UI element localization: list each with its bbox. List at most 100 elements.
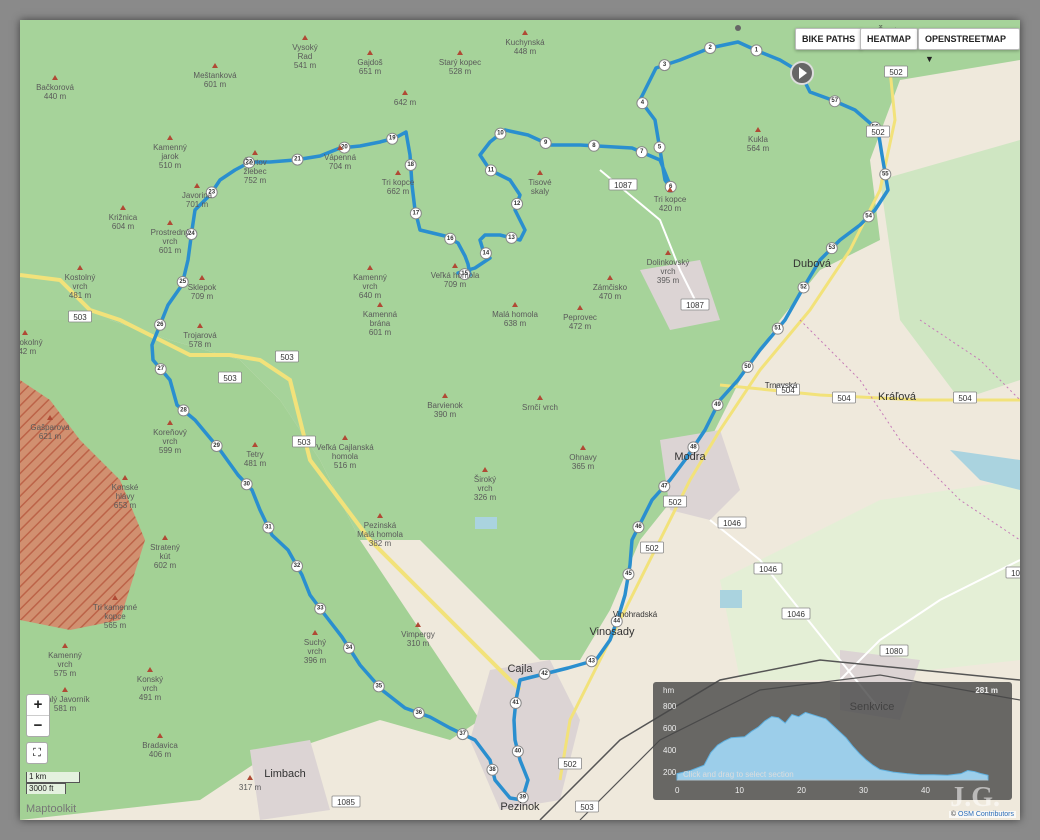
svg-text:Meštanková: Meštanková xyxy=(193,71,237,80)
svg-text:Dolinkovský: Dolinkovský xyxy=(647,258,690,267)
heatmap-button[interactable]: HEATMAP xyxy=(860,28,918,50)
zoom-control: + − xyxy=(26,694,50,737)
svg-text:Čertov: Čertov xyxy=(243,158,267,167)
zoom-out-button[interactable]: − xyxy=(27,716,49,736)
svg-text:390 m: 390 m xyxy=(434,410,457,419)
svg-text:504: 504 xyxy=(958,394,972,403)
svg-text:hlavy: hlavy xyxy=(116,492,135,501)
svg-text:502: 502 xyxy=(563,760,577,769)
svg-text:448 m: 448 m xyxy=(514,47,537,56)
openstreetmap-dropdown[interactable]: OPENSTREETMAP ▼ xyxy=(918,28,1020,64)
svg-text:1087: 1087 xyxy=(614,181,632,190)
svg-text:621 m: 621 m xyxy=(39,432,62,441)
svg-text:709 m: 709 m xyxy=(444,280,467,289)
svg-text:640 m: 640 m xyxy=(359,291,382,300)
km-marker: 53 xyxy=(825,242,838,255)
watermark: J.G. xyxy=(950,782,1000,813)
svg-text:kút: kút xyxy=(160,552,171,561)
svg-text:653 m: 653 m xyxy=(114,501,137,510)
km-marker: 47 xyxy=(658,480,671,493)
svg-text:vrch: vrch xyxy=(72,282,87,291)
x-tick: 40 xyxy=(921,786,930,795)
town-label: Cajla xyxy=(507,663,533,675)
svg-text:581 m: 581 m xyxy=(54,704,77,713)
svg-text:21: 21 xyxy=(294,157,301,163)
svg-text:57: 57 xyxy=(831,98,838,104)
svg-text:18: 18 xyxy=(407,162,414,168)
road-label: 502 xyxy=(558,757,582,770)
km-marker: 17 xyxy=(409,207,422,220)
svg-text:Vápenná: Vápenná xyxy=(324,153,357,162)
road-label: 503 xyxy=(575,800,599,813)
road-label: 1080 xyxy=(879,644,909,657)
svg-text:662 m: 662 m xyxy=(387,187,410,196)
svg-text:382 m: 382 m xyxy=(369,539,392,548)
attribution: © OSM Contributors xyxy=(948,811,1016,818)
km-marker: 9 xyxy=(539,137,552,150)
svg-text:Veľká Cajlanská: Veľká Cajlanská xyxy=(316,443,374,452)
svg-text:504: 504 xyxy=(837,394,851,403)
svg-text:502: 502 xyxy=(889,68,903,77)
svg-text:Tisové: Tisové xyxy=(528,178,552,187)
svg-text:51: 51 xyxy=(774,326,781,332)
town-label: Vinosady xyxy=(589,626,635,638)
svg-text:30: 30 xyxy=(243,481,250,487)
bike-paths-button[interactable]: BIKE PATHS xyxy=(795,28,863,50)
road-label: 504 xyxy=(832,391,856,404)
svg-text:396 m: 396 m xyxy=(304,656,327,665)
svg-text:503: 503 xyxy=(297,438,311,447)
svg-text:Potokolný: Potokolný xyxy=(20,338,43,347)
svg-text:41: 41 xyxy=(512,700,519,706)
svg-text:Kuchynská: Kuchynská xyxy=(505,38,545,47)
svg-text:vrch: vrch xyxy=(477,484,492,493)
svg-text:Sklepok: Sklepok xyxy=(188,283,217,292)
svg-text:Peprovec: Peprovec xyxy=(563,313,597,322)
zoom-in-button[interactable]: + xyxy=(27,695,49,716)
fullscreen-button[interactable]: ⛶ xyxy=(26,742,48,764)
svg-text:Konský: Konský xyxy=(137,675,163,684)
km-marker: 37 xyxy=(456,728,469,741)
km-marker: 33 xyxy=(314,602,327,615)
svg-text:Bačkorová: Bačkorová xyxy=(36,83,74,92)
km-marker: 36 xyxy=(412,706,425,719)
play-button[interactable] xyxy=(790,61,814,85)
km-marker: 51 xyxy=(771,322,784,335)
svg-text:40: 40 xyxy=(514,748,521,754)
km-marker: 42 xyxy=(538,667,551,680)
svg-text:vrch: vrch xyxy=(142,684,157,693)
scale-imperial: 3000 ft xyxy=(26,783,66,794)
svg-text:1046: 1046 xyxy=(787,610,805,619)
svg-text:472 m: 472 m xyxy=(569,322,592,331)
elevation-hint: Click and drag to select section xyxy=(683,770,794,779)
km-marker: 4 xyxy=(636,97,649,110)
svg-text:601 m: 601 m xyxy=(204,80,227,89)
svg-text:13: 13 xyxy=(508,235,515,241)
svg-text:47: 47 xyxy=(661,483,668,489)
maptoolkit-logo: Maptoolkit xyxy=(26,803,77,815)
road-label: 1087 xyxy=(680,298,710,311)
svg-text:43: 43 xyxy=(588,658,595,664)
svg-text:651 m: 651 m xyxy=(359,67,382,76)
km-marker: 40 xyxy=(511,745,524,758)
road-label: 1080 xyxy=(1005,566,1020,579)
svg-text:žlebec: žlebec xyxy=(243,167,266,176)
svg-text:Kamenný: Kamenný xyxy=(48,651,82,660)
osm-link[interactable]: OSM Contributors xyxy=(958,811,1014,818)
svg-text:Stratený: Stratený xyxy=(150,543,180,552)
x-tick: 0 xyxy=(675,786,680,795)
svg-text:33: 33 xyxy=(317,606,324,612)
svg-text:Tetry: Tetry xyxy=(246,450,263,459)
svg-text:Kamenný: Kamenný xyxy=(153,143,187,152)
svg-text:Kostolný: Kostolný xyxy=(65,273,96,282)
svg-text:34: 34 xyxy=(346,645,353,651)
svg-text:55: 55 xyxy=(882,171,889,177)
svg-text:38: 38 xyxy=(489,767,496,773)
scale-metric: 1 km xyxy=(26,772,80,783)
km-marker: 25 xyxy=(176,276,189,289)
svg-text:Vinohradská: Vinohradská xyxy=(613,610,658,619)
road-label: 502 xyxy=(640,541,664,554)
svg-text:Trojarová: Trojarová xyxy=(183,331,217,340)
km-marker: 18 xyxy=(404,158,417,171)
svg-text:Malá homola: Malá homola xyxy=(492,310,538,319)
svg-text:326 m: 326 m xyxy=(474,493,497,502)
